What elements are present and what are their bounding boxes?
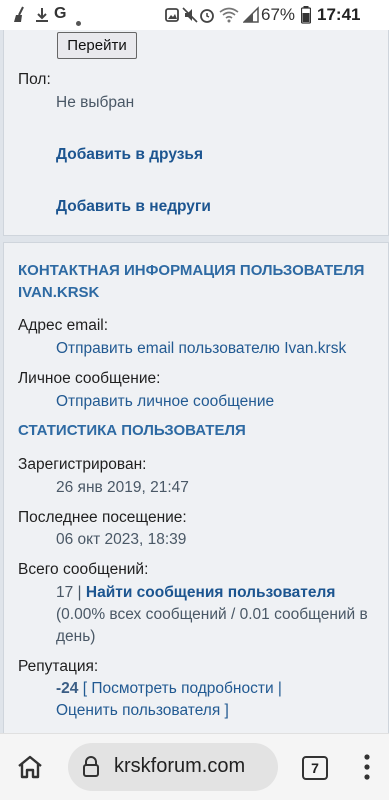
- email-label: Адрес email:: [18, 317, 109, 334]
- battery-icon: [300, 6, 312, 29]
- broom-icon: [12, 6, 28, 29]
- browser-toolbar: krskforum.com 7: [0, 733, 389, 800]
- bracket-close: ]: [220, 702, 229, 719]
- mute-icon: [182, 6, 198, 29]
- find-posts-link[interactable]: Найти сообщения пользователя: [86, 584, 336, 601]
- tab-switcher-button[interactable]: 7: [302, 756, 328, 780]
- google-icon: G: [54, 5, 67, 22]
- signal-icon: [242, 6, 259, 29]
- rate-user-line: Оценить пользователя ]: [56, 702, 229, 720]
- posts-percent-line1: (0.00% всех сообщений / 0.01 сообщений в: [56, 606, 368, 623]
- registered-label: Зарегистрирован:: [18, 456, 147, 473]
- bracket-open: [: [78, 680, 92, 697]
- contact-header-line2: IVAN.KRSK: [18, 284, 100, 301]
- pm-label: Личное сообщение:: [18, 370, 161, 387]
- rate-user-link[interactable]: Оценить пользователя: [56, 702, 220, 719]
- reputation-line: -24 [ Посмотреть подробности |: [56, 680, 282, 698]
- wifi-icon: [219, 6, 239, 29]
- address-bar[interactable]: krskforum.com: [68, 743, 278, 791]
- url-text[interactable]: krskforum.com: [114, 755, 245, 778]
- dot-icon: [76, 13, 81, 31]
- contact-stats-card: КОНТАКТНАЯ ИНФОРМАЦИЯ ПОЛЬЗОВАТЕЛЯ IVAN.…: [3, 242, 389, 733]
- image-icon: [164, 6, 180, 29]
- add-friend-link[interactable]: Добавить в друзья: [56, 146, 203, 164]
- reputation-label: Репутация:: [18, 658, 99, 675]
- more-menu-icon[interactable]: [364, 753, 370, 786]
- send-pm-link[interactable]: Отправить личное сообщение: [56, 393, 274, 411]
- total-posts-count: 17: [56, 584, 74, 601]
- total-posts-label: Всего сообщений:: [18, 561, 149, 578]
- posts-percent-line2: день): [56, 628, 96, 645]
- gender-label: Пол:: [18, 71, 51, 88]
- send-email-link[interactable]: Отправить email пользователю Ivan.krsk: [56, 340, 346, 358]
- download-icon: [34, 6, 50, 29]
- add-foe-link[interactable]: Добавить в недруги: [56, 198, 211, 216]
- total-posts-line: 17 | Найти сообщения пользователя: [56, 584, 386, 602]
- go-button[interactable]: Перейти: [57, 32, 137, 59]
- pipe-separator: |: [273, 680, 282, 697]
- reputation-value: -24: [56, 680, 79, 697]
- contact-info-header: КОНТАКТНАЯ ИНФОРМАЦИЯ ПОЛЬЗОВАТЕЛЯ IVAN.…: [18, 260, 364, 304]
- registered-value: 26 янв 2019, 21:47: [56, 479, 189, 496]
- last-visit-label: Последнее посещение:: [18, 509, 187, 526]
- battery-percent: 67%: [261, 5, 296, 24]
- contact-header-line1: КОНТАКТНАЯ ИНФОРМАЦИЯ ПОЛЬЗОВАТЕЛЯ: [18, 262, 365, 279]
- gender-value: Не выбран: [56, 94, 135, 111]
- clock: 17:41: [317, 5, 361, 24]
- home-icon[interactable]: [16, 754, 44, 785]
- separator: |: [73, 584, 86, 601]
- page-content: Перейти Пол: Не выбран Добавить в друзья…: [0, 30, 389, 733]
- lock-icon[interactable]: [82, 756, 100, 783]
- alarm-icon: [199, 6, 215, 29]
- profile-actions-card: Перейти Пол: Не выбран Добавить в друзья…: [3, 30, 389, 236]
- status-bar: G 67% 17:41: [0, 0, 389, 30]
- view-details-link[interactable]: Посмотреть подробности: [91, 680, 273, 697]
- last-visit-value: 06 окт 2023, 18:39: [56, 531, 187, 548]
- stats-header: СТАТИСТИКА ПОЛЬЗОВАТЕЛЯ: [18, 422, 246, 439]
